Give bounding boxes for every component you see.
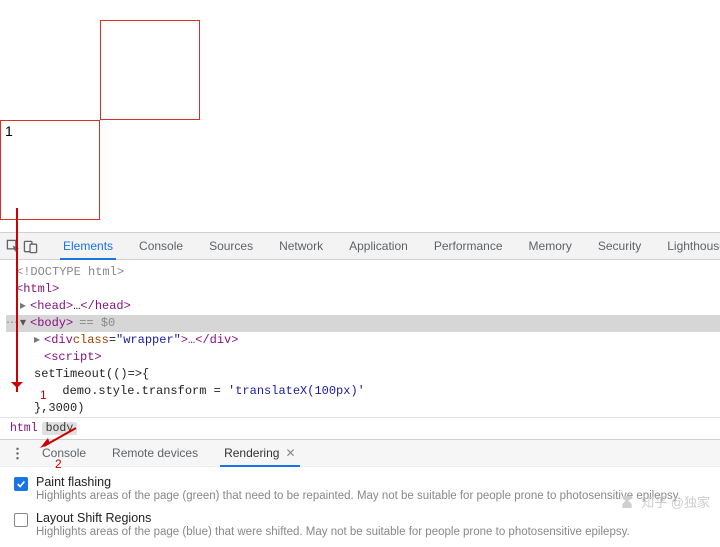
demo-box-original: 1 [0, 120, 100, 220]
drawer-tab-rendering[interactable]: Rendering ✕ [212, 440, 307, 466]
tab-elements[interactable]: Elements [50, 233, 126, 259]
option-desc: Highlights areas of the page (blue) that… [36, 525, 630, 539]
demo-box-moved [100, 20, 200, 120]
body-node-selected[interactable]: ⋯▾<body>== $0 [6, 315, 720, 332]
devtools-toolbar: Elements Console Sources Network Applica… [0, 232, 720, 260]
script-line-2[interactable]: demo.style.transform = 'translateX(100px… [6, 383, 720, 400]
crumb-body[interactable]: body [42, 422, 78, 435]
script-open-node[interactable]: <script> [6, 349, 720, 366]
tab-sources[interactable]: Sources [196, 233, 266, 259]
option-paint-flashing[interactable]: Paint flashing Highlights areas of the p… [14, 475, 706, 503]
tab-security[interactable]: Security [585, 233, 654, 259]
drawer-tab-console[interactable]: Console [30, 440, 98, 466]
drawer-toolbar: Console Remote devices Rendering ✕ [0, 439, 720, 467]
option-layout-shift-regions[interactable]: Layout Shift Regions Highlights areas of… [14, 511, 706, 539]
tab-console[interactable]: Console [126, 233, 196, 259]
tab-lighthouse[interactable]: Lighthouse [654, 233, 720, 259]
tab-performance[interactable]: Performance [421, 233, 516, 259]
tab-application[interactable]: Application [336, 233, 421, 259]
demo-box-number: 1 [5, 123, 13, 139]
script-line-1[interactable]: setTimeout(()=>{ [6, 366, 720, 383]
inspect-icon[interactable] [6, 236, 21, 256]
elements-dom-tree[interactable]: <!DOCTYPE html> <html> ▸<head>…</head> ⋯… [0, 260, 720, 417]
doctype-node[interactable]: <!DOCTYPE html> [16, 264, 124, 281]
annotation-arrow-1 [16, 208, 18, 392]
drawer-menu-icon[interactable] [6, 443, 28, 463]
option-title: Layout Shift Regions [36, 511, 630, 525]
elements-breadcrumbs[interactable]: html body [0, 417, 720, 439]
checkbox-layout-shift[interactable] [14, 513, 28, 527]
rendering-panel: Paint flashing Highlights areas of the p… [0, 467, 720, 547]
crumb-html[interactable]: html [10, 422, 38, 435]
tab-network[interactable]: Network [266, 233, 336, 259]
option-title: Paint flashing [36, 475, 681, 489]
drawer-tab-remote-devices[interactable]: Remote devices [100, 440, 210, 466]
div-wrapper-node[interactable]: ▸<div class="wrapper">…</div> [6, 332, 720, 349]
checkbox-paint-flashing[interactable] [14, 477, 28, 491]
tab-memory[interactable]: Memory [516, 233, 585, 259]
page-render-area: 1 [0, 0, 720, 232]
devtools-tabs: Elements Console Sources Network Applica… [50, 233, 720, 259]
option-desc: Highlights areas of the page (green) tha… [36, 489, 681, 503]
close-icon[interactable]: ✕ [285, 446, 295, 460]
device-toggle-icon[interactable] [23, 236, 38, 256]
script-line-3[interactable]: },3000) [6, 400, 720, 417]
html-open[interactable]: <html> [16, 281, 59, 298]
